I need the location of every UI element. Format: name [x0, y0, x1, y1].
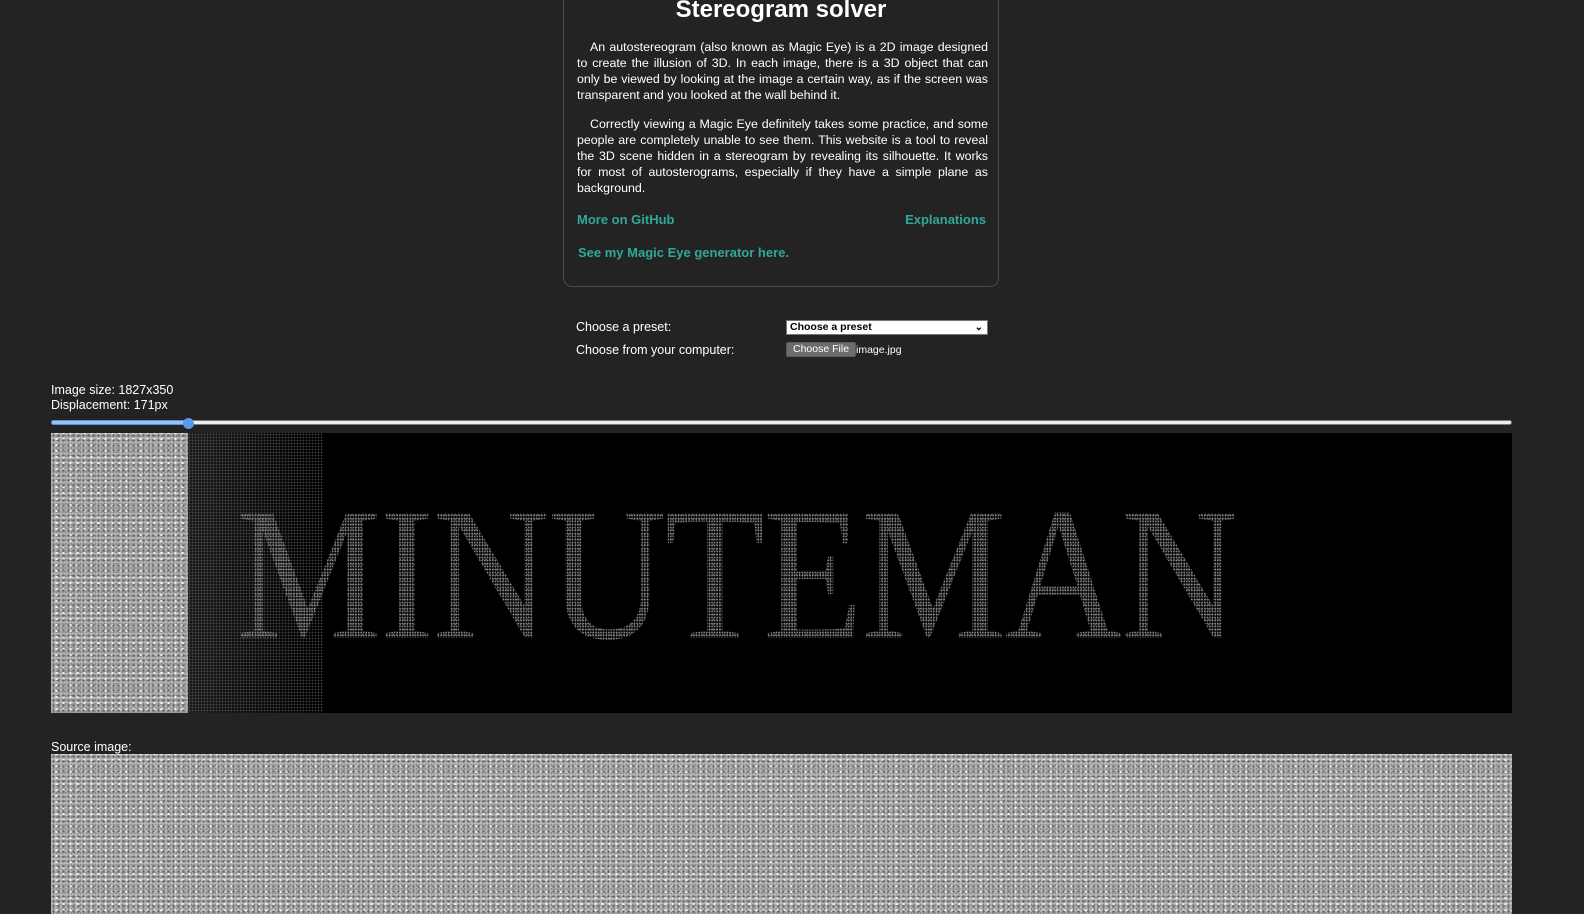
chevron-down-icon: ⌄: [974, 322, 983, 333]
slider-fill: [51, 420, 188, 425]
file-label: Choose from your computer:: [576, 343, 735, 357]
result-noise-strip: [51, 433, 188, 713]
choose-file-button[interactable]: Choose File: [786, 342, 857, 357]
displacement-slider[interactable]: [51, 418, 1512, 429]
intro-paragraph-2: Correctly viewing a Magic Eye definitely…: [577, 117, 988, 195]
page-title: Stereogram solver: [675, 0, 887, 23]
explanations-link[interactable]: Explanations: [905, 212, 986, 227]
displacement-text: Displacement: 171px: [51, 398, 168, 412]
github-link[interactable]: More on GitHub: [577, 212, 675, 227]
file-name: image.jpg: [856, 344, 902, 356]
intro-card: Stereogram solver An autostereogram (als…: [563, 0, 999, 287]
generator-link[interactable]: See my Magic Eye generator here.: [578, 245, 789, 260]
result-canvas: MINUTEMAN: [51, 433, 1512, 713]
source-label: Source image:: [51, 740, 132, 754]
preset-select[interactable]: Choose a preset ⌄: [786, 320, 988, 335]
image-size-text: Image size: 1827x350: [51, 383, 174, 397]
preset-select-value: Choose a preset: [790, 321, 872, 333]
slider-track: [51, 420, 1512, 425]
intro-paragraph-1: An autostereogram (also known as Magic E…: [577, 40, 988, 102]
hidden-text: MINUTEMAN: [236, 470, 1238, 680]
source-image: [51, 754, 1512, 914]
slider-thumb[interactable]: [183, 418, 194, 429]
page: Stereogram solver An autostereogram (als…: [0, 0, 1584, 914]
preset-label: Choose a preset:: [576, 320, 672, 334]
